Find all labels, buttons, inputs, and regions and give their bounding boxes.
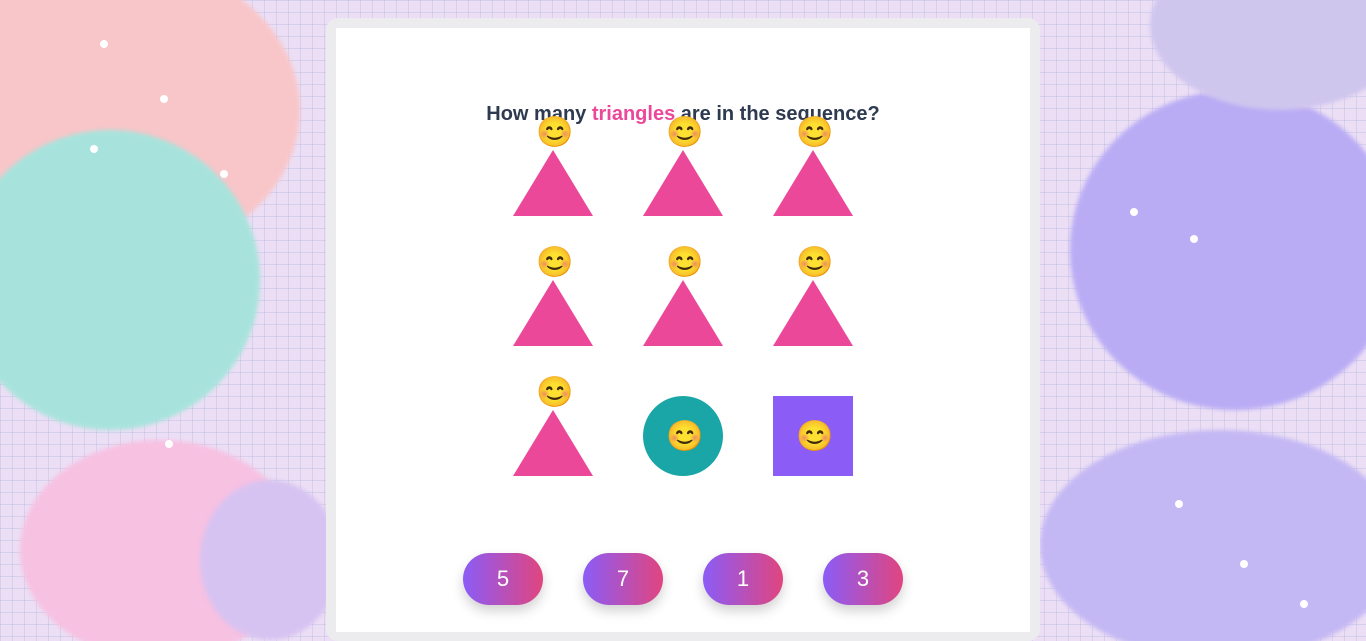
- answer-button-5[interactable]: 5: [463, 553, 543, 605]
- bg-dot: [1130, 208, 1138, 216]
- smiley-face-icon: 😊: [536, 246, 574, 279]
- triangle-shape: [643, 280, 723, 346]
- grid-cell-triangle: 😊: [643, 116, 723, 216]
- grid-cell-circle: 😊: [643, 376, 723, 476]
- answer-options: 5 7 1 3: [0, 553, 1366, 605]
- triangle-shape: [513, 280, 593, 346]
- grid-cell-triangle: 😊: [513, 116, 593, 216]
- grid-cell-triangle: 😊: [513, 246, 593, 346]
- quiz-card: How many triangles are in the sequence? …: [336, 28, 1030, 632]
- triangle-shape: [513, 150, 593, 216]
- grid-cell-triangle: 😊: [773, 246, 853, 346]
- bg-dot: [90, 145, 98, 153]
- triangle-shape: [513, 410, 593, 476]
- answer-button-1[interactable]: 1: [703, 553, 783, 605]
- grid-cell-triangle: 😊: [513, 376, 593, 476]
- smiley-face-icon: 😊: [796, 116, 834, 149]
- smiley-face-icon: 😊: [796, 246, 834, 279]
- smiley-face-icon: 😊: [796, 420, 834, 453]
- bg-dot: [165, 440, 173, 448]
- triangle-shape: [773, 150, 853, 216]
- grid-cell-triangle: 😊: [773, 116, 853, 216]
- triangle-shape: [643, 150, 723, 216]
- smiley-face-icon: 😊: [666, 116, 704, 149]
- smiley-face-icon: 😊: [536, 376, 574, 409]
- bg-dot: [220, 170, 228, 178]
- grid-cell-square: 😊: [773, 376, 853, 476]
- bg-dot: [1175, 500, 1183, 508]
- smiley-face-icon: 😊: [536, 116, 574, 149]
- bg-dot: [1190, 235, 1198, 243]
- bg-dot: [160, 95, 168, 103]
- grid-cell-triangle: 😊: [643, 246, 723, 346]
- answer-button-7[interactable]: 7: [583, 553, 663, 605]
- triangle-shape: [773, 280, 853, 346]
- answer-button-3[interactable]: 3: [823, 553, 903, 605]
- smiley-face-icon: 😊: [666, 420, 704, 453]
- bg-dot: [100, 40, 108, 48]
- smiley-face-icon: 😊: [666, 246, 704, 279]
